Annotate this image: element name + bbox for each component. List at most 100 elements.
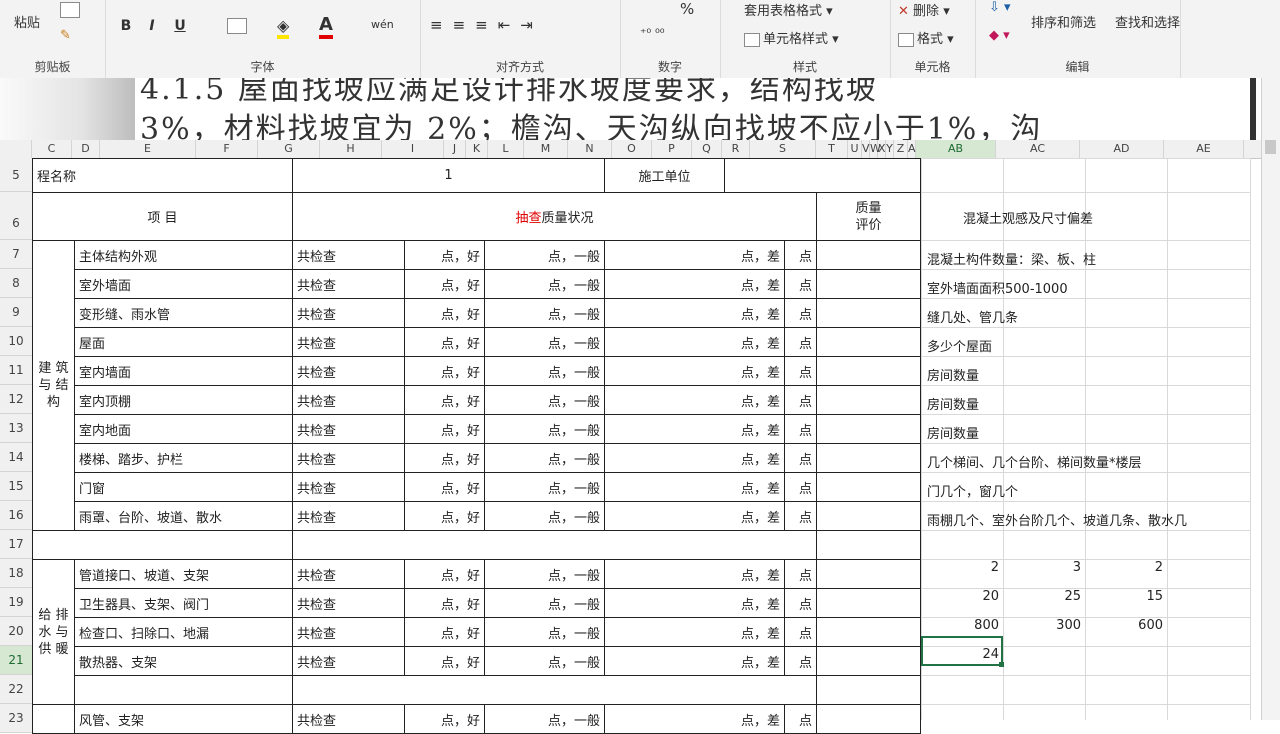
side-value[interactable]: 2 — [1093, 560, 1163, 575]
blank-cell[interactable] — [816, 530, 921, 560]
column-header[interactable]: Q — [692, 140, 722, 158]
evaluation-cell[interactable] — [816, 588, 921, 618]
general-phrase[interactable]: 点，一般 — [484, 414, 605, 444]
general-phrase[interactable]: 点，一般 — [484, 327, 605, 357]
fill-down-icon[interactable]: ⇩ ▾ — [989, 0, 1011, 15]
blank-cell[interactable] — [32, 530, 293, 560]
check-phrase[interactable]: 共检查 — [292, 501, 405, 531]
side-note[interactable]: 多少个屋面 — [927, 336, 992, 355]
column-header[interactable]: G — [258, 140, 320, 158]
evaluation-cell[interactable] — [816, 501, 921, 531]
format-button[interactable]: 格式 ▾ — [898, 28, 954, 47]
column-header[interactable]: R — [722, 140, 750, 158]
side-note[interactable]: 几个梯间、几个台阶、梯间数量*楼层 — [927, 452, 1142, 471]
good-phrase[interactable]: 点，好 — [404, 617, 485, 647]
check-phrase[interactable]: 共检查 — [292, 327, 405, 357]
side-value[interactable]: 3 — [1011, 560, 1081, 575]
evaluation-cell[interactable] — [816, 269, 921, 299]
row-header[interactable]: 10 — [0, 327, 32, 356]
column-header[interactable]: W — [870, 140, 881, 158]
underline-button[interactable]: U — [169, 18, 191, 38]
check-phrase[interactable]: 共检查 — [292, 704, 405, 734]
phonetic-button[interactable]: wén — [371, 18, 394, 31]
check-phrase[interactable]: 共检查 — [292, 443, 405, 473]
active-cell[interactable] — [921, 636, 1003, 666]
side-value[interactable]: 25 — [1011, 589, 1081, 604]
poor-phrase[interactable]: 点，差 — [604, 327, 785, 357]
check-phrase[interactable]: 共检查 — [292, 356, 405, 386]
good-phrase[interactable]: 点，好 — [404, 704, 485, 734]
border-icon[interactable] — [227, 18, 250, 34]
row-header[interactable]: 15 — [0, 472, 32, 501]
side-note[interactable]: 门几个，窗几个 — [927, 481, 1018, 500]
side-note[interactable]: 混凝土构件数量：梁、板、柱 — [927, 249, 1096, 268]
select-all-corner[interactable] — [0, 140, 32, 158]
align-icons[interactable]: ≡≡≡⇤⇥ — [430, 16, 543, 34]
fill-handle[interactable] — [999, 662, 1004, 667]
evaluation-cell[interactable] — [816, 385, 921, 415]
check-phrase[interactable]: 共检查 — [292, 588, 405, 618]
row-header[interactable]: 17 — [0, 530, 32, 559]
good-phrase[interactable]: 点，好 — [404, 443, 485, 473]
general-phrase[interactable]: 点，一般 — [484, 385, 605, 415]
good-phrase[interactable]: 点，好 — [404, 356, 485, 386]
check-phrase[interactable]: 共检查 — [292, 240, 405, 270]
side-value[interactable]: 20 — [929, 589, 999, 604]
column-header[interactable]: L — [488, 140, 524, 158]
general-phrase[interactable]: 点，一般 — [484, 356, 605, 386]
column-header[interactable]: AE — [1164, 140, 1244, 158]
column-header[interactable]: J — [444, 140, 466, 158]
column-header[interactable]: I — [382, 140, 444, 158]
column-header[interactable]: AB — [916, 140, 996, 158]
row-header[interactable]: 7 — [0, 240, 32, 269]
blank-cell[interactable] — [292, 530, 817, 560]
evaluation-cell[interactable] — [816, 559, 921, 589]
good-phrase[interactable]: 点，好 — [404, 269, 485, 299]
row-header[interactable]: 12 — [0, 385, 32, 414]
side-value[interactable]: 300 — [1011, 618, 1081, 633]
good-phrase[interactable]: 点，好 — [404, 414, 485, 444]
sort-filter-button[interactable]: 排序和筛选 — [1031, 12, 1096, 31]
poor-phrase[interactable]: 点，差 — [604, 617, 785, 647]
check-phrase[interactable]: 共检查 — [292, 646, 405, 676]
blank-cell[interactable] — [292, 675, 817, 705]
evaluation-cell[interactable] — [816, 240, 921, 270]
column-header[interactable]: F — [196, 140, 258, 158]
scroll-thumb[interactable] — [1265, 140, 1276, 154]
row-header[interactable]: 20 — [0, 617, 32, 646]
evaluation-cell[interactable] — [816, 617, 921, 647]
column-header[interactable]: Z — [894, 140, 908, 158]
italic-button[interactable]: I — [141, 18, 163, 38]
side-value[interactable]: 15 — [1093, 589, 1163, 604]
poor-phrase[interactable]: 点，差 — [604, 298, 785, 328]
evaluation-cell[interactable] — [816, 327, 921, 357]
blank-cell[interactable] — [74, 675, 293, 705]
side-note[interactable]: 房间数量 — [927, 365, 979, 384]
poor-phrase[interactable]: 点，差 — [604, 588, 785, 618]
evaluation-cell[interactable] — [816, 646, 921, 676]
blank-cell[interactable] — [816, 675, 921, 705]
side-note[interactable]: 缝几处、管几条 — [927, 307, 1018, 326]
side-value[interactable]: 2 — [929, 560, 999, 575]
general-phrase[interactable]: 点，一般 — [484, 704, 605, 734]
fill-color-icon[interactable]: ◈ — [277, 16, 290, 39]
check-phrase[interactable]: 共检查 — [292, 269, 405, 299]
good-phrase[interactable]: 点，好 — [404, 240, 485, 270]
check-phrase[interactable]: 共检查 — [292, 472, 405, 502]
column-header[interactable]: AD — [1080, 140, 1164, 158]
row-header[interactable]: 23 — [0, 704, 32, 733]
good-phrase[interactable]: 点，好 — [404, 472, 485, 502]
poor-phrase[interactable]: 点，差 — [604, 646, 785, 676]
row-header[interactable]: 14 — [0, 443, 32, 472]
column-header[interactable]: D — [72, 140, 100, 158]
row-header[interactable]: 22 — [0, 675, 32, 704]
column-header[interactable]: Y — [886, 140, 894, 158]
general-phrase[interactable]: 点，一般 — [484, 588, 605, 618]
good-phrase[interactable]: 点，好 — [404, 385, 485, 415]
good-phrase[interactable]: 点，好 — [404, 559, 485, 589]
row-header[interactable]: 5 — [0, 158, 32, 192]
column-header[interactable]: X — [878, 140, 886, 158]
row-header[interactable]: 9 — [0, 298, 32, 327]
side-value[interactable]: 600 — [1093, 618, 1163, 633]
column-header[interactable]: S — [750, 140, 816, 158]
